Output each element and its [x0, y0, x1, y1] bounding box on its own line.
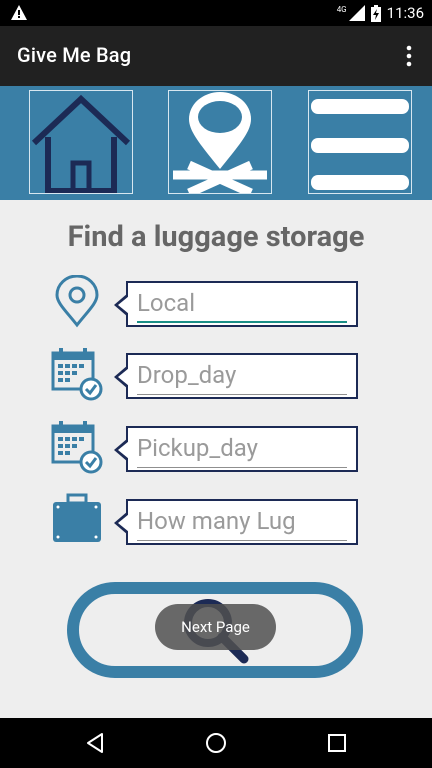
pickup-day-input[interactable] [137, 432, 347, 464]
hamburger-menu-icon [311, 99, 409, 190]
pickup-day-field [114, 426, 358, 472]
toast-message: Next Page [155, 604, 276, 650]
local-input-underline [137, 321, 347, 323]
back-icon[interactable] [84, 731, 108, 755]
pickup-day-input-underline [137, 467, 347, 468]
luggage-count-input[interactable] [137, 505, 347, 537]
warning-icon [11, 5, 27, 20]
pickup-day-row [0, 421, 432, 480]
top-icon-bar [0, 86, 432, 200]
luggage-count-row [0, 493, 432, 553]
home-circle-icon[interactable] [204, 731, 228, 755]
battery-icon [370, 4, 381, 22]
drop-day-input[interactable] [137, 359, 347, 391]
location-pin-icon [55, 275, 99, 328]
suitcase-icon [53, 493, 101, 542]
recents-icon[interactable] [325, 731, 349, 755]
luggage-count-input-underline [137, 540, 347, 541]
local-input[interactable] [137, 287, 347, 319]
network-type-label: 4G [336, 4, 347, 14]
home-icon [31, 94, 131, 194]
map-tab[interactable] [168, 90, 272, 198]
home-tab[interactable] [29, 90, 133, 194]
drop-day-field [114, 353, 358, 399]
luggage-count-field [114, 499, 358, 545]
map-pin-icon [173, 92, 267, 198]
drop-day-input-underline [137, 394, 347, 395]
local-row [0, 275, 432, 335]
signal-icon [348, 5, 365, 21]
status-bar: 4G 11:36 [0, 0, 432, 26]
app-bar: Give Me Bag [0, 26, 432, 86]
app-title: Give Me Bag [17, 43, 132, 67]
drop-day-row [0, 348, 432, 407]
calendar-check-icon [51, 348, 103, 401]
local-field [114, 281, 358, 327]
status-time: 11:36 [386, 4, 424, 22]
page-title: Find a luggage storage [67, 220, 365, 254]
calendar-check-icon [51, 421, 103, 474]
overflow-menu-icon[interactable] [400, 42, 418, 70]
system-nav-bar [0, 718, 432, 768]
menu-tab[interactable] [308, 90, 412, 194]
